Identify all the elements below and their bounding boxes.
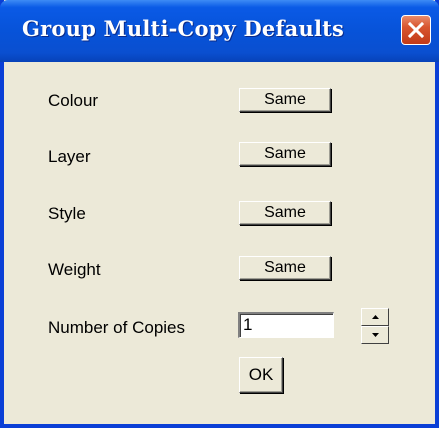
close-button[interactable]	[401, 15, 431, 45]
style-label: Style	[48, 204, 86, 223]
spin-down-icon	[372, 333, 379, 337]
spin-up-button[interactable]	[361, 308, 389, 326]
layer-same-button[interactable]: Same	[239, 142, 331, 166]
colour-label: Colour	[48, 91, 99, 110]
copies-spinner[interactable]	[361, 308, 389, 344]
spin-up-icon	[372, 315, 379, 319]
layer-label: Layer	[48, 147, 91, 166]
window-title: Group Multi-Copy Defaults	[22, 16, 345, 41]
weight-label: Weight	[48, 260, 101, 279]
weight-same-button[interactable]: Same	[239, 256, 331, 280]
style-same-button[interactable]: Same	[239, 201, 331, 225]
colour-same-button[interactable]: Same	[239, 88, 331, 112]
title-bar[interactable]: Group Multi-Copy Defaults	[0, 0, 439, 62]
close-icon	[407, 21, 425, 39]
dialog-window: Group Multi-Copy Defaults Colour Same La…	[0, 0, 439, 428]
spin-down-button[interactable]	[361, 326, 389, 344]
ok-button[interactable]: OK	[239, 357, 283, 393]
copies-input[interactable]: 1	[238, 312, 334, 338]
copies-label: Number of Copies	[48, 318, 186, 337]
